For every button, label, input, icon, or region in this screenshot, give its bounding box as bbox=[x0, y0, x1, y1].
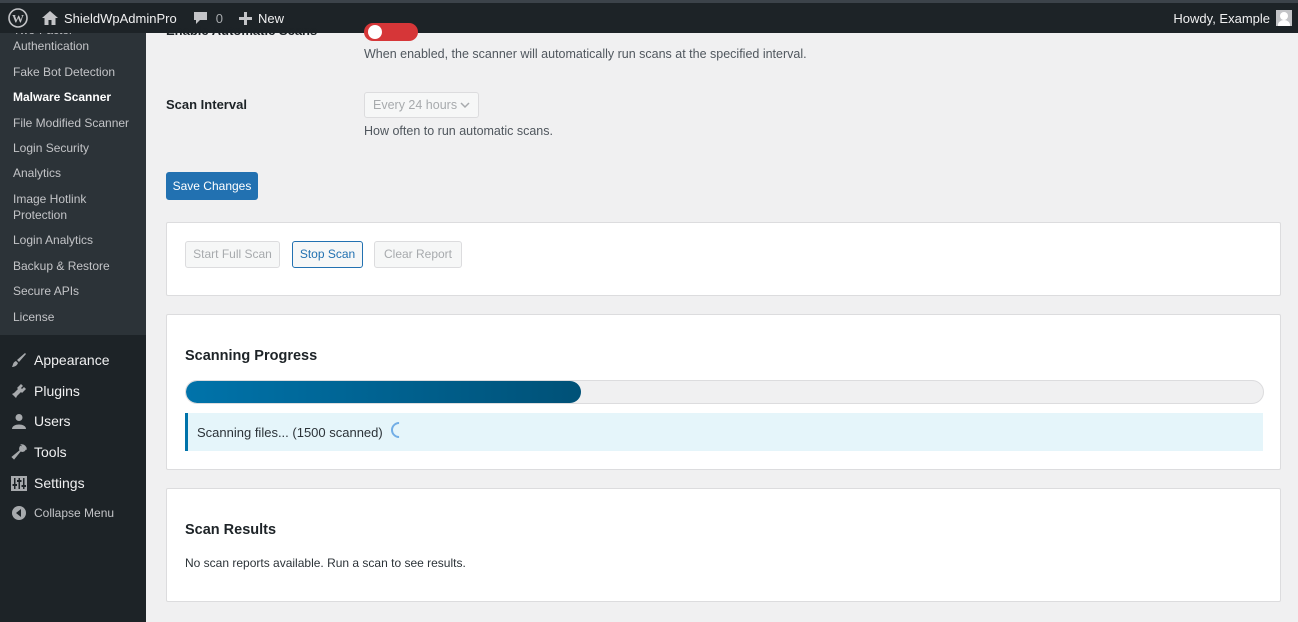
progress-bar bbox=[185, 380, 1264, 404]
user-icon bbox=[10, 412, 28, 430]
scan-interval-label: Scan Interval bbox=[166, 97, 247, 112]
brush-icon bbox=[10, 351, 28, 369]
submenu-item-image-hotlink[interactable]: Image Hotlink Protection bbox=[0, 191, 100, 223]
menu-label: Plugins bbox=[34, 383, 80, 399]
submenu-item-login-security[interactable]: Login Security bbox=[0, 140, 146, 156]
submenu-item-two-factor[interactable]: Two-Factor Authentication bbox=[0, 33, 146, 54]
auto-scan-description: When enabled, the scanner will automatic… bbox=[364, 47, 807, 61]
svg-text:W: W bbox=[12, 12, 24, 26]
scan-interval-description: How often to run automatic scans. bbox=[364, 124, 553, 138]
submenu-item-file-modified[interactable]: File Modified Scanner bbox=[0, 115, 146, 131]
chevron-down-icon bbox=[460, 99, 470, 113]
home-icon bbox=[42, 11, 58, 25]
howdy-text: Howdy, Example bbox=[1173, 10, 1270, 26]
submenu-item-malware-scanner[interactable]: Malware Scanner bbox=[0, 89, 146, 105]
scanning-progress-title: Scanning Progress bbox=[185, 348, 318, 364]
scanning-progress-card: Scanning Progress Scanning files... (150… bbox=[166, 314, 1281, 470]
auto-scan-label: Enable Automatic Scans bbox=[166, 23, 318, 38]
avatar bbox=[1276, 10, 1292, 26]
submenu-item-analytics[interactable]: Analytics bbox=[0, 165, 146, 181]
site-name-link[interactable]: ShieldWpAdminPro bbox=[34, 3, 185, 33]
scan-interval-value: Every 24 hours bbox=[373, 98, 458, 112]
spinner-icon bbox=[387, 418, 411, 442]
scan-status-notice: Scanning files... (1500 scanned) bbox=[185, 413, 1263, 451]
site-name: ShieldWpAdminPro bbox=[64, 10, 177, 26]
wrench-icon bbox=[10, 443, 28, 461]
clear-report-button[interactable]: Clear Report bbox=[374, 241, 462, 268]
menu-label: Settings bbox=[34, 475, 85, 491]
submenu-item-login-analytics[interactable]: Login Analytics bbox=[0, 232, 146, 248]
menu-item-plugins[interactable]: Plugins bbox=[0, 376, 146, 406]
menu-label: Tools bbox=[34, 444, 67, 460]
wordpress-logo-icon[interactable]: W bbox=[0, 3, 34, 33]
auto-scan-toggle[interactable] bbox=[364, 23, 418, 41]
scan-results-card: Scan Results No scan reports available. … bbox=[166, 488, 1281, 602]
submenu-item-backup-restore[interactable]: Backup & Restore bbox=[0, 258, 146, 274]
scan-interval-select[interactable]: Every 24 hours bbox=[364, 92, 479, 118]
collapse-label: Collapse Menu bbox=[34, 506, 115, 520]
save-changes-button[interactable]: Save Changes bbox=[166, 172, 258, 200]
menu-item-users[interactable]: Users bbox=[0, 406, 146, 436]
main-content: Enable Automatic Scans When enabled, the… bbox=[146, 23, 1298, 622]
menu-item-appearance[interactable]: Appearance bbox=[0, 345, 146, 375]
submenu-item-secure-apis[interactable]: Secure APIs bbox=[0, 283, 146, 299]
plug-icon bbox=[10, 382, 28, 400]
stop-scan-button[interactable]: Stop Scan bbox=[292, 241, 363, 268]
progress-bar-fill bbox=[186, 381, 582, 403]
collapse-menu-button[interactable]: Collapse Menu bbox=[0, 498, 146, 528]
scan-actions-card: Start Full Scan Stop Scan Clear Report bbox=[166, 222, 1281, 296]
submenu-item-license[interactable]: License bbox=[0, 309, 146, 325]
menu-item-settings[interactable]: Settings bbox=[0, 468, 146, 498]
sliders-icon bbox=[10, 474, 28, 492]
menu-item-tools[interactable]: Tools bbox=[0, 437, 146, 467]
shield-submenu: Two-Factor Authentication Fake Bot Detec… bbox=[0, 33, 146, 335]
scan-status-text: Scanning files... (1500 scanned) bbox=[197, 424, 383, 440]
admin-sidebar: Two-Factor Authentication Fake Bot Detec… bbox=[0, 33, 146, 622]
submenu-item-fake-bot[interactable]: Fake Bot Detection bbox=[0, 64, 146, 80]
collapse-arrow-icon bbox=[10, 504, 28, 522]
scan-results-empty-text: No scan reports available. Run a scan to… bbox=[185, 556, 466, 570]
menu-label: Users bbox=[34, 413, 71, 429]
start-full-scan-button[interactable]: Start Full Scan bbox=[185, 241, 280, 268]
account-menu[interactable]: Howdy, Example bbox=[1165, 3, 1298, 33]
scan-results-title: Scan Results bbox=[185, 522, 277, 538]
menu-label: Appearance bbox=[34, 352, 110, 368]
